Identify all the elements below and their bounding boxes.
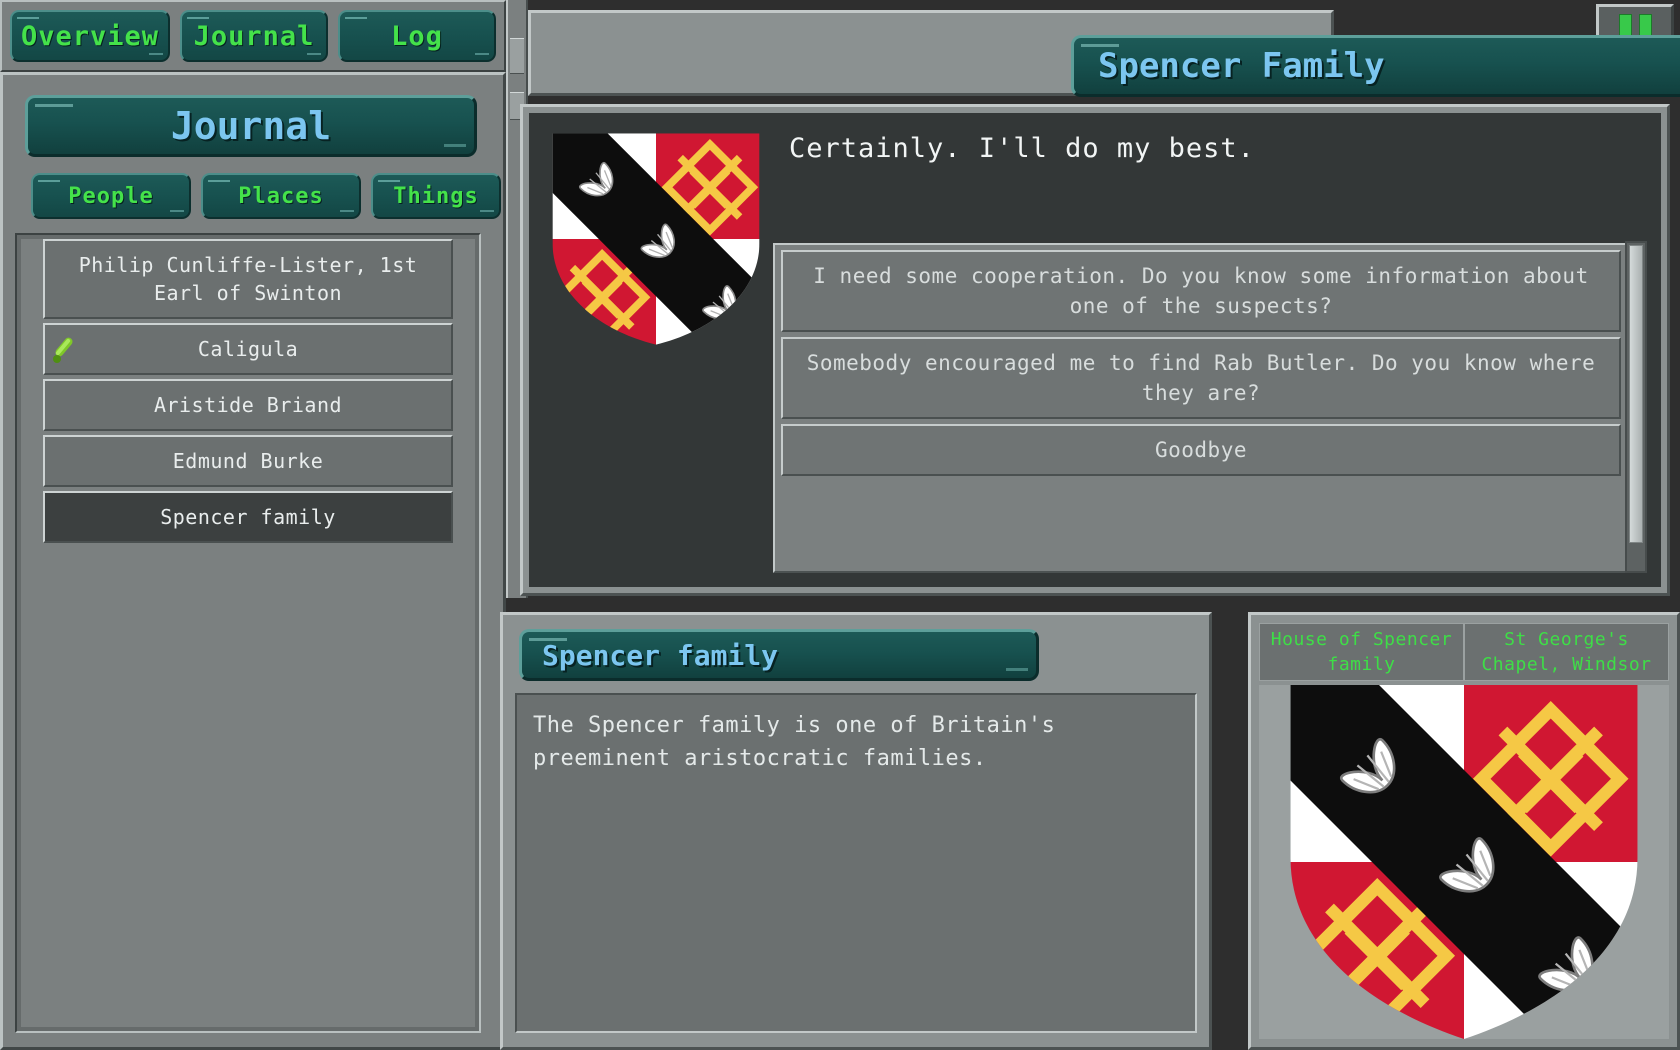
description-title-label: Spencer family xyxy=(542,638,779,672)
spencer-coat-of-arms-icon xyxy=(552,133,760,345)
journal-entry-row[interactable]: Aristide Briand xyxy=(43,379,453,431)
dialogue-window: Certainly. I'll do my best. I need some … xyxy=(520,104,1670,596)
description-panel: Spencer family The Spencer family is one… xyxy=(500,612,1212,1050)
dialogue-choice[interactable]: Somebody encouraged me to find Rab Butle… xyxy=(781,337,1621,419)
journal-entry-list-inner: Philip Cunliffe-Lister, 1st Earl of Swin… xyxy=(21,239,475,1027)
journal-entry-label: Caligula xyxy=(197,337,299,361)
category-places[interactable]: Places xyxy=(201,173,361,219)
game-screen: Overview Journal Log Journal People Plac… xyxy=(0,0,1680,1050)
dialogue-title: Spencer Family xyxy=(1071,35,1680,97)
journal-entry-row[interactable]: Spencer family xyxy=(43,491,453,543)
dialogue-choice-list: I need some cooperation. Do you know som… xyxy=(773,243,1629,573)
dialogue-choice[interactable]: I need some cooperation. Do you know som… xyxy=(781,250,1621,332)
description-title: Spencer family xyxy=(519,629,1039,681)
dialogue-window-inner: Certainly. I'll do my best. I need some … xyxy=(529,113,1661,587)
category-people[interactable]: People xyxy=(31,173,191,219)
journal-title: Journal xyxy=(25,95,477,157)
journal-entry-row[interactable]: Caligula xyxy=(43,323,453,375)
journal-panel: Journal People Places Things Philip Cunl… xyxy=(0,72,506,1050)
journal-entry-label: Philip Cunliffe-Lister, 1st Earl of Swin… xyxy=(78,253,418,305)
gallery-image[interactable] xyxy=(1259,685,1669,1039)
tab-overview[interactable]: Overview xyxy=(10,10,170,62)
journal-entry-row[interactable]: Philip Cunliffe-Lister, 1st Earl of Swin… xyxy=(43,239,453,319)
tab-overview-label: Overview xyxy=(20,20,160,52)
tab-journal-label: Journal xyxy=(193,20,315,52)
journal-entry-label: Spencer family xyxy=(160,505,336,529)
image-gallery-panel: House of Spencer family St George's Chape… xyxy=(1248,612,1680,1050)
journal-entry-label: Edmund Burke xyxy=(172,449,324,473)
gallery-tab[interactable]: House of Spencer family xyxy=(1259,623,1464,681)
dialogue-choice[interactable]: Goodbye xyxy=(781,424,1621,476)
journal-entry-row[interactable]: Edmund Burke xyxy=(43,435,453,487)
journal-entry-list[interactable]: Philip Cunliffe-Lister, 1st Earl of Swin… xyxy=(15,233,481,1033)
gallery-tab-strip: House of Spencer family St George's Chape… xyxy=(1259,623,1669,681)
category-places-label: Places xyxy=(238,183,324,209)
spencer-coat-of-arms-large-icon xyxy=(1290,685,1638,1039)
tab-log[interactable]: Log xyxy=(338,10,496,62)
journal-title-label: Journal xyxy=(170,104,332,148)
top-navigation-bar: Overview Journal Log xyxy=(0,0,506,72)
journal-entry-label: Aristide Briand xyxy=(153,393,343,417)
category-things[interactable]: Things xyxy=(371,173,501,219)
dialogue-title-bar: Spencer Family xyxy=(528,10,1680,97)
gallery-tab[interactable]: St George's Chapel, Windsor xyxy=(1464,623,1669,681)
description-text: The Spencer family is one of Britain's p… xyxy=(515,693,1197,1033)
tab-log-label: Log xyxy=(391,20,443,52)
category-things-label: Things xyxy=(393,183,479,209)
quill-icon xyxy=(51,332,85,366)
divider-handle[interactable] xyxy=(510,38,524,74)
npc-dialogue-line: Certainly. I'll do my best. xyxy=(789,133,1255,164)
scrollbar-thumb[interactable] xyxy=(1629,245,1643,543)
dialogue-scrollbar[interactable] xyxy=(1625,241,1647,573)
tab-journal[interactable]: Journal xyxy=(180,10,328,62)
dialogue-title-label: Spencer Family xyxy=(1098,46,1385,86)
category-people-label: People xyxy=(68,183,154,209)
